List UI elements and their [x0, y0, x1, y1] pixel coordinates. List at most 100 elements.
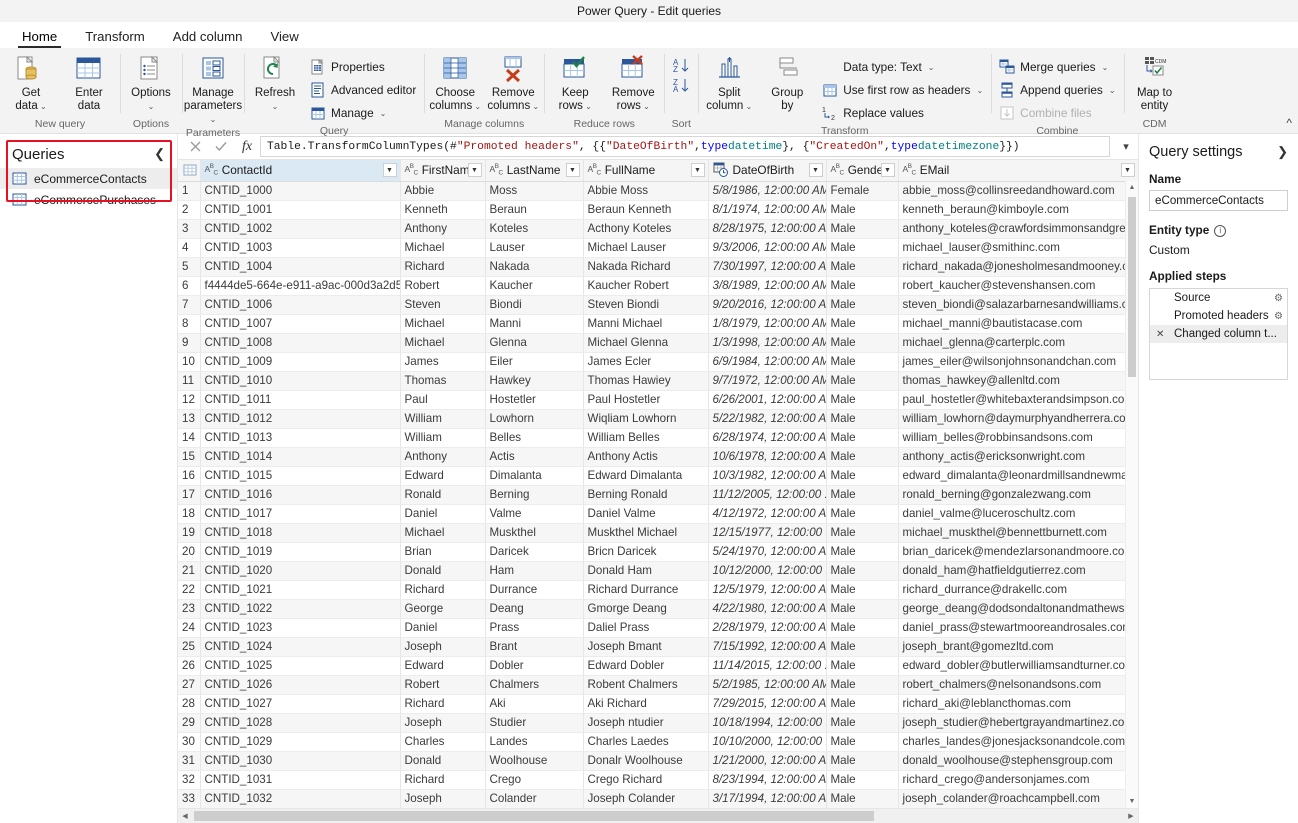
cell-LastName[interactable]: Dimalanta [485, 466, 584, 486]
cell-FirstName[interactable]: Donald [400, 751, 486, 771]
cell-FullName[interactable]: Berning Ronald [583, 485, 709, 505]
cell-EMail[interactable]: thomas_hawkey@allenltd.com [898, 371, 1138, 391]
cell-ContactId[interactable]: CNTID_1001 [200, 200, 401, 220]
triangle-left-icon[interactable]: ◀ [178, 812, 192, 820]
table-row[interactable]: 31 CNTID_1030 Donald Woolhouse Donalr Woolho… [178, 751, 1138, 771]
cell-Gender[interactable]: Male [826, 314, 899, 334]
cell-Gender[interactable]: Male [826, 219, 899, 239]
cell-ContactId[interactable]: CNTID_1020 [200, 561, 401, 581]
cell-EMail[interactable]: charles_landes@jonesjacksonandcole.com [898, 732, 1138, 752]
cell-FullName[interactable]: Wiqliam Lowhorn [583, 409, 709, 429]
cell-DateOfBirth[interactable]: 5/22/1982, 12:00:00 AM [708, 409, 827, 429]
chevron-down-icon[interactable]: ⌄ [530, 102, 539, 111]
cell-FirstName[interactable]: Anthony [400, 447, 486, 467]
cell-LastName[interactable]: Crego [485, 770, 584, 790]
table-row[interactable]: 8 CNTID_1007 Michael Manni Manni Michael 1/8/… [178, 314, 1138, 334]
cell-EMail[interactable]: joseph_brant@gomezltd.com [898, 637, 1138, 657]
cell-FullName[interactable]: Bricn Daricek [583, 542, 709, 562]
chevron-down-icon[interactable]: ⌄ [641, 102, 650, 111]
cell-LastName[interactable]: Nakada [485, 257, 584, 277]
cell-FirstName[interactable]: Michael [400, 238, 486, 258]
cell-FullName[interactable]: Muskthel Michael [583, 523, 709, 543]
cell-LastName[interactable]: Glenna [485, 333, 584, 353]
cell-FirstName[interactable]: Donald [400, 561, 486, 581]
cell-FirstName[interactable]: Robert [400, 276, 486, 296]
cell-FirstName[interactable]: William [400, 428, 486, 448]
delete-step-icon[interactable]: ✕ [1156, 329, 1168, 340]
chevron-left-icon[interactable]: ❮ [154, 146, 165, 162]
cell-DateOfBirth[interactable]: 10/3/1982, 12:00:00 AM [708, 466, 827, 486]
chevron-down-icon[interactable]: ⌄ [210, 115, 217, 124]
cell-DateOfBirth[interactable]: 3/17/1994, 12:00:00 AM [708, 789, 827, 808]
cell-FullName[interactable]: Thomas Hawiey [583, 371, 709, 391]
cell-FullName[interactable]: Edward Dobler [583, 656, 709, 676]
horizontal-scroll-thumb[interactable] [194, 811, 874, 821]
table-row[interactable]: 15 CNTID_1014 Anthony Actis Anthony Actis 10/… [178, 447, 1138, 467]
chevron-up-icon[interactable]: ^ [1286, 116, 1292, 130]
ribbon-button-use-first-row-as-headers[interactable]: Use first row as headers ⌄ [817, 79, 988, 101]
chevron-down-icon[interactable]: ⌄ [1102, 63, 1109, 72]
cell-FullName[interactable]: Robent Chalmers [583, 675, 709, 695]
cell-FirstName[interactable]: Daniel [400, 504, 486, 524]
cell-DateOfBirth[interactable]: 9/20/2016, 12:00:00 AM [708, 295, 827, 315]
info-icon[interactable]: i [1214, 224, 1227, 237]
table-row[interactable]: 2 CNTID_1001 Kenneth Beraun Beraun Kenneth 8/… [178, 200, 1138, 220]
cell-Gender[interactable]: Male [826, 713, 899, 733]
ribbon-button-remove-columns[interactable]: Remove columns ⌄ [485, 53, 541, 113]
cell-Gender[interactable]: Male [826, 295, 899, 315]
ribbon-button-merge-queries[interactable]: Merge queries ⌄ [994, 56, 1120, 78]
cell-FullName[interactable]: Crego Richard [583, 770, 709, 790]
cell-ContactId[interactable]: CNTID_1004 [200, 257, 401, 277]
cell-DateOfBirth[interactable]: 5/24/1970, 12:00:00 AM [708, 542, 827, 562]
cell-EMail[interactable]: abbie_moss@collinsreedandhoward.com [898, 181, 1138, 201]
cell-EMail[interactable]: michael_lauser@smithinc.com [898, 238, 1138, 258]
cell-EMail[interactable]: michael_glenna@carterplc.com [898, 333, 1138, 353]
cell-FullName[interactable]: Daniel Valme [583, 504, 709, 524]
ribbon-button-get-data[interactable]: Get data ⌄ [3, 53, 59, 113]
table-row[interactable]: 21 CNTID_1020 Donald Ham Donald Ham 10/12/200… [178, 561, 1138, 581]
cell-DateOfBirth[interactable]: 9/3/2006, 12:00:00 AM [708, 238, 827, 258]
cell-FullName[interactable]: Michael Glenna [583, 333, 709, 353]
triangle-down-icon[interactable]: ▼ [1126, 795, 1138, 808]
cell-DateOfBirth[interactable]: 8/28/1975, 12:00:00 AM [708, 219, 827, 239]
table-row[interactable]: 22 CNTID_1021 Richard Durrance Richard Durra… [178, 580, 1138, 600]
column-filter-dropdown-icon[interactable]: ▼ [1120, 163, 1135, 177]
column-header-Gender[interactable]: ABC Gender ▼ [826, 160, 899, 182]
table-row[interactable]: 19 CNTID_1018 Michael Muskthel Muskthel Mich… [178, 523, 1138, 543]
column-header-FirstName[interactable]: ABC FirstName ▼ [400, 160, 486, 182]
cell-FirstName[interactable]: Brian [400, 542, 486, 562]
cell-DateOfBirth[interactable]: 7/29/2015, 12:00:00 AM [708, 694, 827, 714]
cell-DateOfBirth[interactable]: 6/26/2001, 12:00:00 AM [708, 390, 827, 410]
cell-FirstName[interactable]: Kenneth [400, 200, 486, 220]
cell-ContactId[interactable]: CNTID_1027 [200, 694, 401, 714]
cell-Gender[interactable]: Male [826, 504, 899, 524]
cell-FullName[interactable]: Charles Laedes [583, 732, 709, 752]
cell-EMail[interactable]: michael_muskthel@bennettburnett.com [898, 523, 1138, 543]
cell-FullName[interactable]: Joseph Bmant [583, 637, 709, 657]
cell-FirstName[interactable]: Paul [400, 390, 486, 410]
ribbon-button-append-queries[interactable]: Append queries ⌄ [994, 79, 1120, 101]
cell-FirstName[interactable]: Michael [400, 314, 486, 334]
gear-icon[interactable]: ⚙ [1274, 293, 1283, 304]
cell-FirstName[interactable]: James [400, 352, 486, 372]
column-header-LastName[interactable]: ABC LastName ▼ [485, 160, 584, 182]
cell-Gender[interactable]: Male [826, 561, 899, 581]
cell-EMail[interactable]: richard_crego@andersonjames.com [898, 770, 1138, 790]
cell-Gender[interactable]: Male [826, 523, 899, 543]
cell-LastName[interactable]: Koteles [485, 219, 584, 239]
cell-ContactId[interactable]: CNTID_1009 [200, 352, 401, 372]
cell-FirstName[interactable]: Michael [400, 523, 486, 543]
cell-EMail[interactable]: daniel_prass@stewartmooreandrosales.com [898, 618, 1138, 638]
ribbon-tab-add-column[interactable]: Add column [159, 27, 257, 48]
cell-FullName[interactable]: Daliel Prass [583, 618, 709, 638]
sort-descending-icon[interactable]: Z A [673, 77, 689, 93]
cell-FullName[interactable]: Joseph Colander [583, 789, 709, 808]
cell-FirstName[interactable]: Thomas [400, 371, 486, 391]
cell-DateOfBirth[interactable]: 8/23/1994, 12:00:00 AM [708, 770, 827, 790]
cell-DateOfBirth[interactable]: 4/12/1972, 12:00:00 AM [708, 504, 827, 524]
cell-ContactId[interactable]: f4444de5-664e-e911-a9ac-000d3a2d57... [200, 276, 401, 296]
cell-DateOfBirth[interactable]: 5/8/1986, 12:00:00 AM [708, 181, 827, 201]
cell-Gender[interactable]: Male [826, 371, 899, 391]
cell-ContactId[interactable]: CNTID_1018 [200, 523, 401, 543]
column-header-EMail[interactable]: ABC EMail ▼ [898, 160, 1138, 182]
